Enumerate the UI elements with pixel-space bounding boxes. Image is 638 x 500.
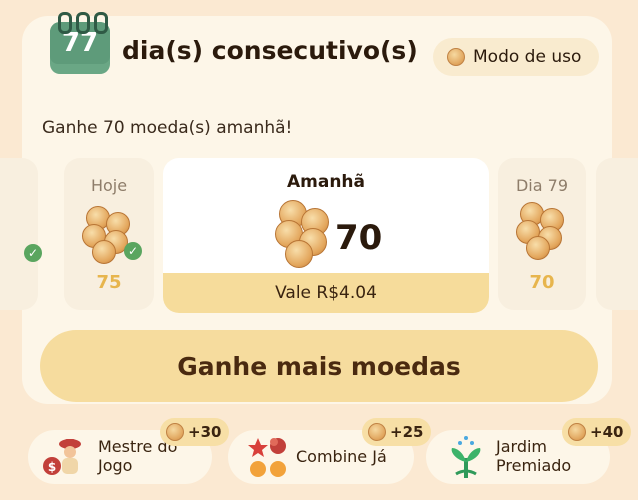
- streak-title: dia(s) consecutivo(s): [122, 36, 418, 65]
- reward-badge: +40: [562, 418, 632, 446]
- reward-amount: +30: [188, 423, 222, 441]
- day-card-today: Hoje ✓ 75: [64, 158, 154, 310]
- day-amount: 70: [529, 272, 555, 293]
- daily-rewards-strip[interactable]: ✓ Hoje ✓ 75 Amanhã 70 Vale R$4.04 Dia 79: [0, 158, 638, 313]
- day-amount: 75: [96, 272, 122, 293]
- reward-badge: +25: [362, 418, 432, 446]
- howto-label: Modo de uso: [473, 47, 582, 67]
- day-card-next: [596, 158, 638, 310]
- reward-badge: +30: [160, 418, 230, 446]
- check-icon: ✓: [24, 244, 42, 262]
- coin-icon: [166, 423, 184, 441]
- day-label: Hoje: [90, 176, 128, 195]
- game-name-line2: Premiado: [496, 456, 572, 475]
- coin-icon: [568, 423, 586, 441]
- garden-icon: [451, 436, 481, 478]
- day-label: Amanhã: [286, 172, 366, 192]
- game-name-line1: Combine Já: [296, 447, 387, 466]
- coin-icon: [447, 48, 465, 66]
- svg-text:$: $: [48, 460, 56, 474]
- reward-amount: +25: [390, 423, 424, 441]
- day-card-79: Dia 79 70: [498, 158, 586, 310]
- tomorrow-reward-text: Ganhe 70 moeda(s) amanhã!: [42, 118, 293, 138]
- day-card-tomorrow: Amanhã 70 Vale R$4.04: [163, 158, 489, 313]
- reward-amount: +40: [590, 423, 624, 441]
- coin-icon: [368, 423, 386, 441]
- match-game-icon: [248, 438, 286, 477]
- game-master-icon: $: [43, 439, 81, 475]
- day-amount: 70: [335, 218, 383, 258]
- howto-button[interactable]: Modo de uso: [433, 38, 599, 76]
- calendar-icon: 77: [50, 12, 114, 74]
- tomorrow-worth: Vale R$4.04: [163, 273, 489, 313]
- game-name-line1: Jardim: [496, 437, 548, 456]
- day-label: Dia 79: [515, 176, 568, 195]
- check-icon: ✓: [124, 242, 142, 260]
- earn-more-coins-button[interactable]: Ganhe mais moedas: [40, 330, 598, 402]
- day-card-previous: ✓: [0, 158, 42, 310]
- game-name-line2: Jogo: [98, 456, 133, 475]
